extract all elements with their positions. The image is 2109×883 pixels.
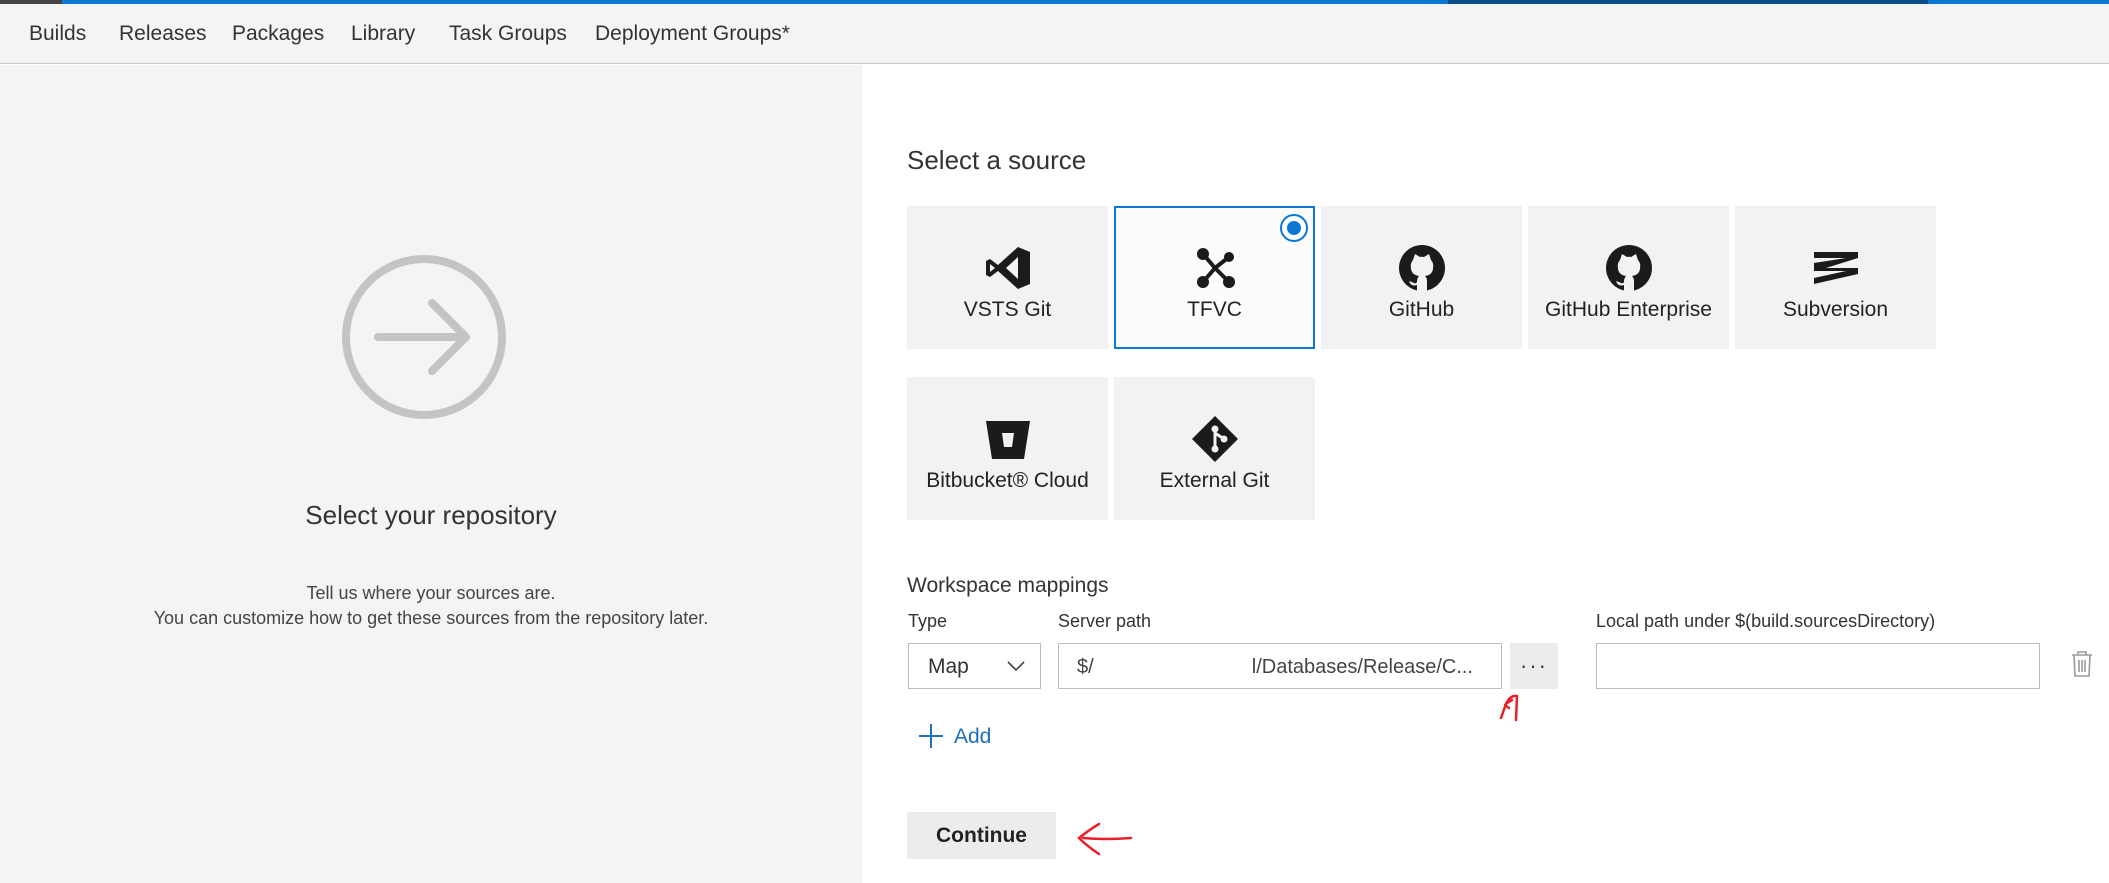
source-tile-external-git[interactable]: External Git [1114,377,1315,520]
workspace-mappings-title: Workspace mappings [907,574,1109,597]
source-tile-github-enterprise[interactable]: GitHub Enterprise [1528,206,1729,349]
left-description: Tell us where your sources are. You can … [0,581,862,631]
source-tile-github[interactable]: GitHub [1321,206,1522,349]
plus-icon [919,724,943,748]
source-tile-label: GitHub Enterprise [1545,298,1712,321]
source-tile-tfvc[interactable]: TFVC [1114,206,1315,349]
git-icon [1191,416,1238,462]
arrow-circle-icon [342,255,506,419]
chevron-down-icon [1007,661,1025,672]
top-nav: Builds Releases Packages Library Task Gr… [0,4,2109,64]
continue-button[interactable]: Continue [907,812,1056,859]
source-tile-subversion[interactable]: Subversion [1735,206,1936,349]
source-tile-bitbucket[interactable]: Bitbucket® Cloud [907,377,1108,520]
browse-server-path-button[interactable]: ··· [1510,643,1558,689]
annotation-arrow-up-icon [1499,694,1519,722]
left-description-line2: You can customize how to get these sourc… [153,608,709,628]
add-mapping-label: Add [954,725,992,748]
annotation-arrow-left-icon [1077,822,1133,856]
source-tile-label: VSTS Git [963,298,1052,321]
type-column-label: Type [908,611,948,631]
mapping-type-select[interactable]: Map [908,643,1041,689]
source-tile-label: Bitbucket® Cloud [926,469,1089,492]
server-path-suffix: l/Databases/Release/C... [1251,656,1473,678]
visual-studio-icon [985,247,1030,289]
tfvc-icon [1196,248,1235,288]
source-tile-label: Subversion [1782,298,1889,321]
delete-mapping-icon[interactable] [2070,650,2094,678]
select-source-title: Select a source [907,145,1087,175]
left-panel: Select your repository Tell us where you… [0,65,862,883]
nav-deployment-groups[interactable]: Deployment Groups* [595,22,790,46]
server-path-column-label: Server path [1058,611,1152,631]
source-tile-label: TFVC [1187,298,1242,321]
nav-packages[interactable]: Packages [232,22,324,46]
local-path-input[interactable] [1596,643,2040,689]
server-path-input[interactable]: $/ l/Databases/Release/C... [1058,643,1502,689]
left-description-line1: Tell us where your sources are. [306,583,556,603]
nav-library[interactable]: Library [351,22,415,46]
github-icon [1398,245,1445,291]
source-tile-label: External Git [1159,469,1270,492]
nav-builds[interactable]: Builds [29,22,86,46]
nav-task-groups[interactable]: Task Groups [449,22,567,46]
local-path-column-label: Local path under $(build.sourcesDirector… [1596,611,1936,631]
mapping-type-value: Map [928,655,969,678]
selected-radio-icon [1280,214,1308,242]
subversion-icon [1813,252,1858,284]
left-title: Select your repository [305,500,557,530]
github-icon [1605,245,1652,291]
server-path-prefix: $/ [1077,656,1094,678]
source-tile-label: GitHub [1388,298,1455,321]
source-tile-vsts-git[interactable]: VSTS Git [907,206,1108,349]
nav-releases[interactable]: Releases [119,22,207,46]
bitbucket-icon [985,421,1030,459]
